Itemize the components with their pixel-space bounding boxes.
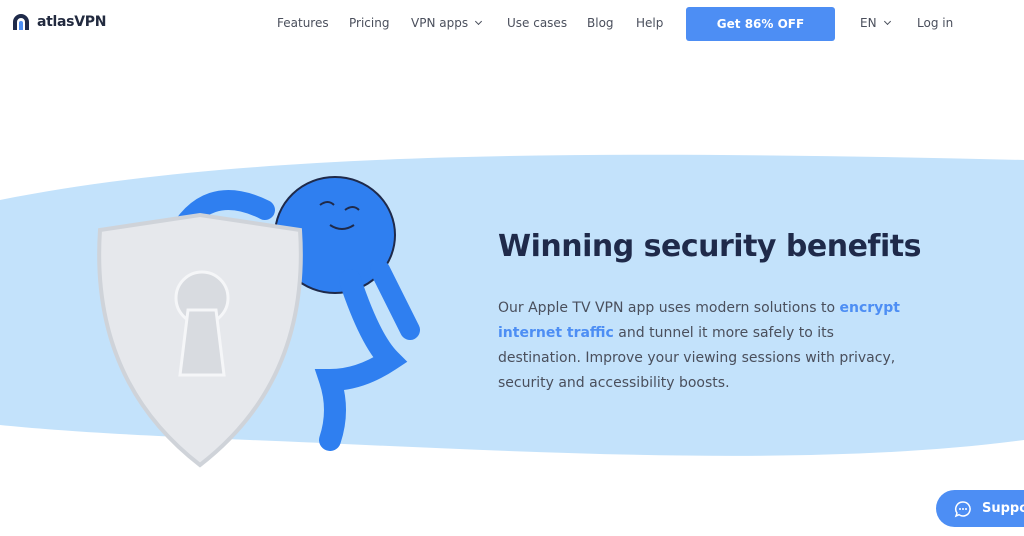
language-selector[interactable]: EN	[860, 16, 891, 30]
logo[interactable]: atlasVPN	[11, 12, 106, 32]
get-discount-button[interactable]: Get 86% OFF	[686, 7, 835, 41]
nav-vpn-apps[interactable]: VPN apps	[411, 16, 483, 30]
hero-description: Our Apple TV VPN app uses modern solutio…	[498, 296, 918, 396]
nav-blog[interactable]: Blog	[587, 16, 614, 30]
support-label: Support	[982, 501, 1024, 516]
nav-features[interactable]: Features	[277, 16, 329, 30]
chevron-down-icon	[883, 17, 891, 26]
description-text: Our Apple TV VPN app uses modern solutio…	[498, 300, 840, 316]
brand-name: atlasVPN	[37, 14, 107, 30]
nav-use-cases[interactable]: Use cases	[507, 16, 567, 30]
chevron-down-icon	[475, 17, 483, 26]
language-label: EN	[860, 16, 877, 30]
support-chat-button[interactable]: Support	[936, 490, 1024, 527]
login-link[interactable]: Log in	[917, 16, 953, 30]
atlas-logo-icon	[13, 14, 29, 30]
nav-vpn-apps-label: VPN apps	[411, 16, 469, 30]
nav-help[interactable]: Help	[636, 16, 663, 30]
shield-mascot-illustration	[97, 176, 420, 468]
nav-pricing[interactable]: Pricing	[349, 16, 389, 30]
top-navigation: atlasVPN Features Pricing VPN apps Use c…	[0, 0, 1024, 48]
hero-title: Winning security benefits	[498, 229, 921, 264]
chat-bubble-icon	[954, 500, 971, 517]
